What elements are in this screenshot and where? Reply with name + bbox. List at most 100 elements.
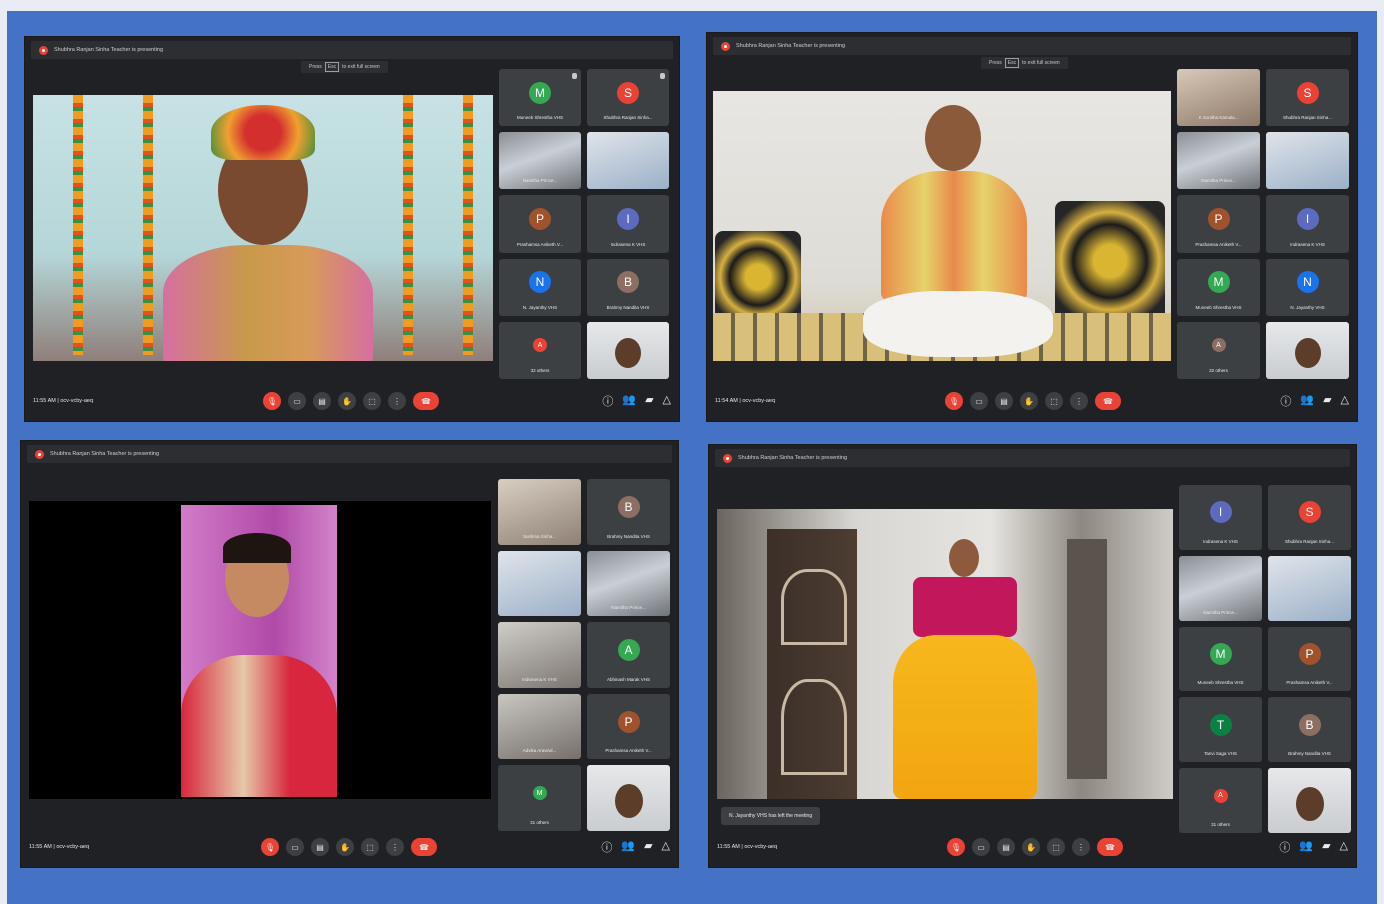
participant-tile[interactable]: M Muneeb Shrestha VHS	[1179, 626, 1262, 692]
side-icons: ⓘ 👥 ▰ △	[602, 393, 671, 409]
more-options-button[interactable]: ⋮	[1070, 392, 1088, 410]
participant-tile[interactable]: I Indrasena K VHS	[587, 195, 669, 253]
participant-tile[interactable]: B Brahmy Nandita VHS	[587, 258, 669, 316]
participant-tile[interactable]: S Shubhra Ranjan Sinha...	[1268, 485, 1351, 550]
people-icon[interactable]: 👥	[621, 839, 635, 855]
leave-call-button[interactable]: ☎	[1097, 838, 1123, 856]
mic-off-button[interactable]: 🎙	[263, 392, 281, 410]
avatar: A	[1213, 788, 1228, 803]
presenting-label: Shubhra Ranjan Sinha Teacher is presenti…	[736, 43, 846, 49]
people-icon[interactable]: 👥	[1299, 839, 1313, 855]
participant-tile[interactable]: I Indrasena K VHS	[1266, 195, 1349, 253]
participant-tile[interactable]: P Prashamsa Aniketh V...	[1177, 195, 1260, 253]
participant-video-tile[interactable]: Indrasena K VHS	[498, 622, 581, 688]
participant-video-tile[interactable]	[587, 132, 669, 190]
avatar: P	[617, 710, 640, 733]
slide-background: Shubhra Ranjan Sinha Teacher is presenti…	[7, 11, 1377, 904]
present-button[interactable]: ⬚	[1047, 838, 1065, 856]
info-icon[interactable]: ⓘ	[602, 393, 613, 409]
raise-hand-button[interactable]: ✋	[338, 392, 356, 410]
doorway	[1067, 539, 1107, 779]
others-tile[interactable]: A 32 others	[1177, 321, 1260, 379]
participant-tile[interactable]: A Abhinash Marak VHS	[587, 622, 670, 688]
self-view-tile[interactable]	[587, 321, 669, 379]
mic-off-button[interactable]: 🎙	[947, 838, 965, 856]
leave-call-button[interactable]: ☎	[411, 838, 437, 856]
others-tile[interactable]: A 32 others	[499, 321, 581, 379]
mic-icon	[572, 73, 577, 79]
participant-tile[interactable]: N N. Jayanthy VHS	[1266, 258, 1349, 316]
self-view-tile[interactable]	[1266, 321, 1349, 379]
participant-video-tile[interactable]	[1266, 132, 1349, 190]
participant-video-tile[interactable]: Advika Aravind...	[498, 693, 581, 760]
participant-name: Muneeb Shrestha VHS	[516, 115, 564, 121]
presenting-icon	[39, 45, 48, 55]
present-button[interactable]: ⬚	[361, 838, 379, 856]
participant-tile[interactable]: S Shubhra Ranjan Sinha...	[587, 69, 669, 127]
participant-tile[interactable]: M Muneeb Shrestha VHS	[1177, 258, 1260, 316]
participant-tile[interactable]: S Shubhra Ranjan Sinha...	[1266, 69, 1349, 127]
chat-icon[interactable]: ▰	[644, 839, 652, 855]
raise-hand-button[interactable]: ✋	[1020, 392, 1038, 410]
mic-off-button[interactable]: 🎙	[945, 392, 963, 410]
info-icon[interactable]: ⓘ	[1279, 839, 1290, 855]
participant-tile[interactable]: M Muneeb Shrestha VHS	[499, 69, 581, 127]
participant-tile[interactable]: B Brahmy Nandita VHS	[1268, 697, 1351, 763]
chat-icon[interactable]: ▰	[1323, 393, 1331, 409]
participant-tile[interactable]: N N. Jayanthy VHS	[499, 258, 581, 316]
participant-video-tile[interactable]: K Sonitha Kamala...	[1177, 69, 1260, 127]
camera-button[interactable]: ▭	[286, 838, 304, 856]
camera-button[interactable]: ▭	[288, 392, 306, 410]
captions-button[interactable]: ▤	[997, 838, 1015, 856]
participant-name: Abhinash Marak VHS	[606, 676, 651, 682]
participant-tile[interactable]: P Prashamsa Aniketh V...	[587, 693, 670, 760]
raise-hand-button[interactable]: ✋	[1022, 838, 1040, 856]
participant-video-tile[interactable]: Namitha Prince...	[587, 550, 670, 617]
self-view-tile[interactable]	[1268, 768, 1351, 833]
activities-icon[interactable]: △	[1340, 839, 1348, 855]
participant-video-tile[interactable]: Namitha Prince...	[1179, 555, 1262, 621]
self-view-tile[interactable]	[587, 765, 670, 831]
participant-video-tile[interactable]: Sushma Sinha...	[498, 479, 581, 545]
raise-hand-button[interactable]: ✋	[336, 838, 354, 856]
participant-video-tile[interactable]: Namitha Prince...	[499, 132, 581, 190]
people-icon[interactable]: 👥	[622, 393, 636, 409]
participant-tile[interactable]: T Tanvi Saga VHS	[1179, 697, 1262, 763]
participant-video-tile[interactable]: Namitha Prince...	[1177, 132, 1260, 190]
leave-call-button[interactable]: ☎	[413, 392, 439, 410]
dancer-face	[949, 539, 979, 577]
people-icon[interactable]: 👥	[1300, 393, 1314, 409]
info-icon[interactable]: ⓘ	[1280, 393, 1291, 409]
more-options-button[interactable]: ⋮	[386, 838, 404, 856]
hint-post: to exit full screen	[1022, 60, 1060, 66]
participant-name: Indrasena K VHS	[1203, 538, 1238, 544]
mic-off-button[interactable]: 🎙	[261, 838, 279, 856]
participant-tile[interactable]: I Indrasena K VHS	[1179, 485, 1262, 550]
captions-button[interactable]: ▤	[311, 838, 329, 856]
camera-button[interactable]: ▭	[972, 838, 990, 856]
presenting-icon	[721, 41, 730, 51]
participant-tile[interactable]: P Prashamsa Aniketh V...	[1268, 626, 1351, 692]
chat-icon[interactable]: ▰	[1322, 839, 1330, 855]
more-options-button[interactable]: ⋮	[1072, 838, 1090, 856]
activities-icon[interactable]: △	[1341, 393, 1349, 409]
captions-button[interactable]: ▤	[313, 392, 331, 410]
info-icon[interactable]: ⓘ	[601, 839, 612, 855]
captions-button[interactable]: ▤	[995, 392, 1013, 410]
more-options-button[interactable]: ⋮	[388, 392, 406, 410]
participant-video-tile[interactable]	[1268, 555, 1351, 621]
self-face	[615, 338, 641, 369]
participant-video-tile[interactable]	[498, 550, 581, 617]
present-button[interactable]: ⬚	[1045, 392, 1063, 410]
activities-icon[interactable]: △	[663, 393, 671, 409]
others-tile[interactable]: A 31 others	[1179, 768, 1262, 833]
leave-call-button[interactable]: ☎	[1095, 392, 1121, 410]
present-button[interactable]: ⬚	[363, 392, 381, 410]
activities-icon[interactable]: △	[662, 839, 670, 855]
participant-tile[interactable]: P Prashamsa Aniketh V...	[499, 195, 581, 253]
chat-icon[interactable]: ▰	[645, 393, 653, 409]
camera-button[interactable]: ▭	[970, 392, 988, 410]
others-tile[interactable]: M 31 others	[498, 765, 581, 831]
participant-name: Sushma Sinha...	[522, 533, 557, 539]
participant-tile[interactable]: B Brahmy Nandita VHS	[587, 479, 670, 545]
